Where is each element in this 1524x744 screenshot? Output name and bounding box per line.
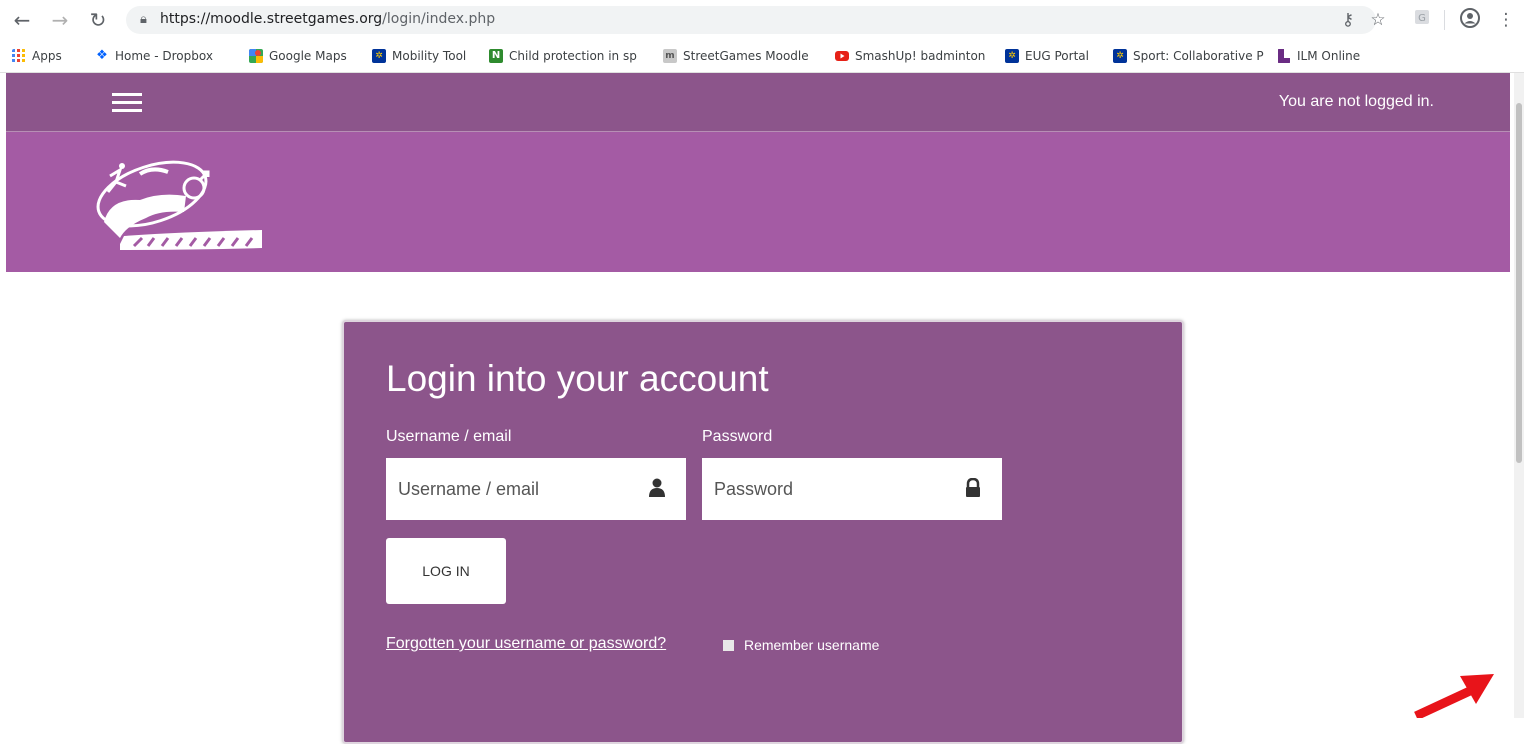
password-input[interactable]	[702, 458, 964, 520]
bookmarks-bar: Apps ❖ Home - Dropbox Google Maps ✲ Mobi…	[0, 40, 1524, 73]
bookmark-mobility-tool[interactable]: ✲ Mobility Tool	[372, 47, 497, 65]
apps-grid-icon	[12, 49, 25, 62]
bookmark-label: Sport: Collaborative P	[1133, 49, 1264, 63]
bookmark-label: Home - Dropbox	[115, 49, 213, 63]
youtube-icon	[835, 51, 849, 61]
bookmark-streetgames-moodle[interactable]: m StreetGames Moodle	[663, 47, 823, 65]
bookmark-label: Apps	[32, 49, 62, 63]
username-input[interactable]	[386, 458, 648, 520]
reload-icon[interactable]: ↻	[86, 8, 110, 32]
profile-icon[interactable]	[1458, 8, 1482, 32]
remember-username[interactable]: Remember username	[723, 637, 879, 653]
ilm-icon	[1278, 49, 1290, 63]
bookmark-eug-portal[interactable]: ✲ EUG Portal	[1005, 47, 1105, 65]
page-scrollbar[interactable]	[1514, 73, 1524, 718]
login-title: Login into your account	[386, 358, 769, 399]
google-maps-icon	[249, 49, 263, 63]
moodle-icon: m	[663, 49, 677, 63]
bookmark-sport-collaborative[interactable]: ✲ Sport: Collaborative P	[1113, 47, 1265, 65]
bookmark-apps[interactable]: Apps	[12, 47, 84, 65]
menu-kebab-icon[interactable]: ⋮	[1494, 8, 1518, 32]
lock-icon	[966, 478, 980, 497]
bookmark-child-protection[interactable]: N Child protection in sp	[489, 47, 651, 65]
site-banner	[6, 132, 1510, 272]
address-bar[interactable]: 🔒︎ https://moodle.streetgames.org/login/…	[126, 6, 1376, 34]
hamburger-menu-icon[interactable]	[112, 93, 142, 113]
password-field-wrapper	[702, 458, 1002, 520]
key-icon[interactable]: ⚷	[1336, 8, 1360, 32]
eu-flag-icon: ✲	[1113, 49, 1127, 63]
bookmark-label: Mobility Tool	[392, 49, 467, 63]
n-icon: N	[489, 49, 503, 63]
back-arrow-icon[interactable]: ←	[10, 8, 34, 32]
streetgames-training-academy-logo[interactable]	[90, 152, 270, 260]
eu-flag-icon: ✲	[1005, 49, 1019, 63]
bookmark-label: EUG Portal	[1025, 49, 1089, 63]
bookmark-ilm-online[interactable]: ILM Online	[1277, 47, 1387, 65]
bookmark-label: Google Maps	[269, 49, 347, 63]
bookmark-label: Child protection in sp	[509, 49, 637, 63]
toolbar-divider	[1444, 10, 1445, 30]
dropbox-icon: ❖	[96, 48, 108, 63]
password-label: Password	[702, 428, 773, 445]
eu-flag-icon: ✲	[372, 49, 386, 63]
remember-username-label: Remember username	[744, 637, 880, 653]
star-icon[interactable]: ☆	[1366, 8, 1390, 32]
scrollbar-thumb[interactable]	[1516, 103, 1522, 463]
address-url[interactable]: https://moodle.streetgames.org/login/ind…	[160, 11, 495, 27]
bookmark-google-maps[interactable]: Google Maps	[249, 47, 389, 65]
lock-icon: 🔒︎	[140, 12, 147, 27]
bookmark-home-dropbox[interactable]: ❖ Home - Dropbox	[95, 47, 245, 65]
bookmark-label: ILM Online	[1297, 49, 1361, 63]
username-field-wrapper	[386, 458, 686, 520]
bookmark-label: SmashUp! badminton	[855, 49, 986, 63]
login-card: Login into your account Username / email…	[342, 320, 1184, 744]
red-arrow-annotation-icon	[1414, 674, 1494, 718]
user-icon	[649, 478, 665, 497]
bookmark-smashup-badminton[interactable]: SmashUp! badminton	[835, 47, 995, 65]
username-label: Username / email	[386, 428, 512, 445]
remember-username-checkbox[interactable]	[723, 639, 734, 651]
forgot-password-link[interactable]: Forgotten your username or password?	[386, 635, 666, 653]
login-button[interactable]: LOG IN	[386, 538, 506, 604]
svg-text:G: G	[1418, 13, 1426, 24]
bookmark-label: StreetGames Moodle	[683, 49, 809, 63]
site-navbar: You are not logged in.	[6, 73, 1510, 132]
login-status-text: You are not logged in.	[1278, 93, 1434, 110]
forward-arrow-icon[interactable]: →	[48, 8, 72, 32]
extension-icon[interactable]: G	[1410, 8, 1434, 32]
browser-toolbar: ← → ↻ 🔒︎ https://moodle.streetgames.org/…	[0, 0, 1524, 40]
